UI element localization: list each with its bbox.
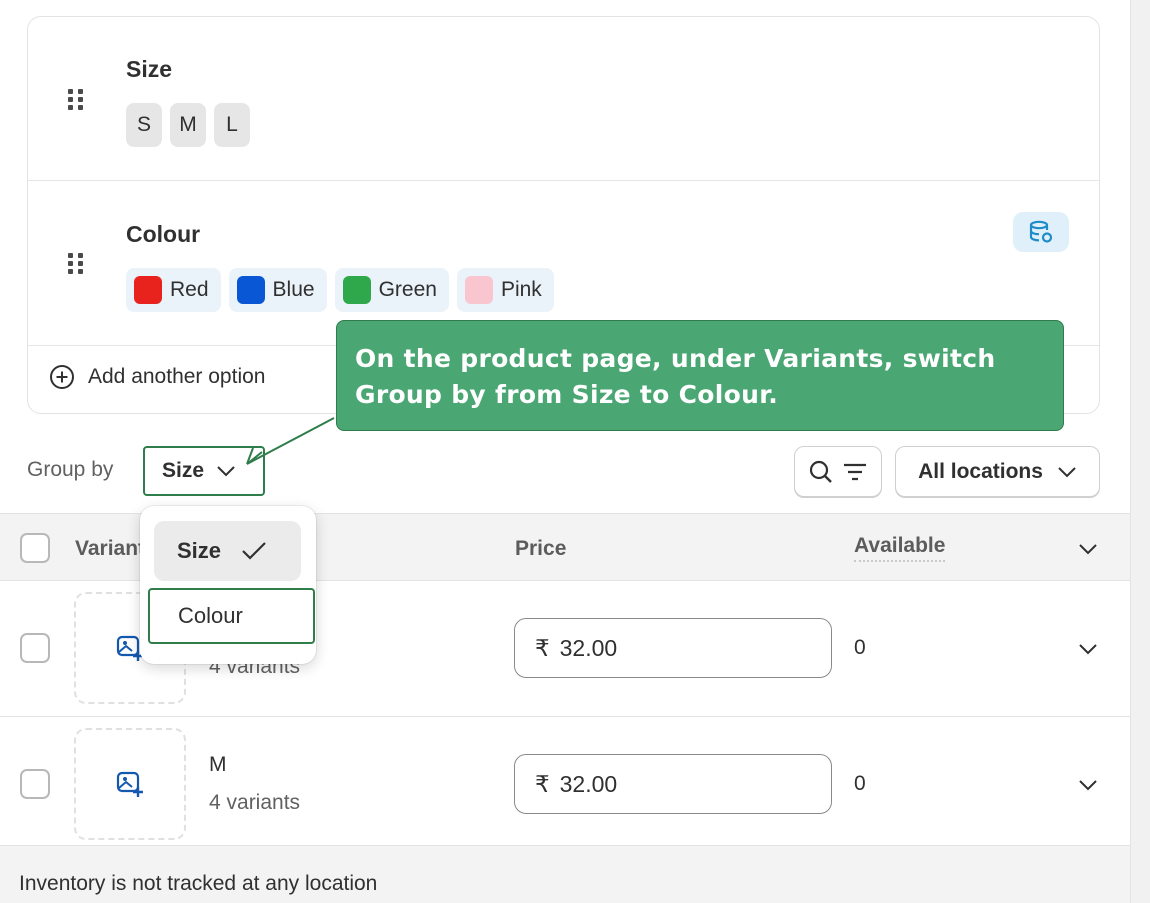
value-pill[interactable]: S bbox=[126, 103, 162, 147]
filter-icon bbox=[844, 463, 866, 480]
metafield-database-icon bbox=[1029, 220, 1053, 243]
colour-label: Pink bbox=[500, 278, 542, 301]
select-all-checkbox[interactable] bbox=[20, 533, 50, 563]
option-name-size[interactable]: Size bbox=[126, 56, 172, 83]
price-value: 32.00 bbox=[559, 770, 618, 797]
price-input[interactable]: ₹ 32.00 bbox=[514, 754, 832, 814]
menu-item-colour[interactable]: Colour bbox=[148, 588, 315, 644]
inventory-footer: Inventory is not tracked at any location bbox=[0, 845, 1130, 903]
currency-symbol: ₹ bbox=[535, 634, 550, 661]
locations-dropdown[interactable]: All locations bbox=[895, 446, 1100, 497]
add-option-label: Add another option bbox=[88, 365, 266, 388]
menu-item-label: Colour bbox=[178, 603, 243, 628]
colour-pill-blue[interactable]: Blue bbox=[228, 268, 327, 312]
add-image-placeholder[interactable] bbox=[74, 728, 186, 840]
option-name-colour[interactable]: Colour bbox=[126, 221, 200, 248]
swatch bbox=[236, 276, 265, 304]
colour-label: Green bbox=[378, 278, 437, 301]
value-pill[interactable]: M bbox=[170, 103, 206, 147]
locations-label: All locations bbox=[918, 459, 1043, 483]
search-icon bbox=[809, 460, 832, 483]
value-pill[interactable]: L bbox=[214, 103, 250, 147]
swatch bbox=[134, 276, 162, 304]
row-checkbox[interactable] bbox=[20, 633, 50, 663]
variants-page: Size S M L Colour Red Blue Green Pink Ad… bbox=[0, 0, 1130, 903]
row-subtitle: 4 variants bbox=[209, 791, 301, 814]
chevron-down-icon[interactable] bbox=[1078, 778, 1098, 792]
drag-handle-icon[interactable] bbox=[68, 253, 86, 279]
metafield-button[interactable] bbox=[1013, 212, 1069, 252]
instruction-callout: On the product page, under Variants, swi… bbox=[336, 320, 1064, 431]
inventory-note: Inventory is not tracked at any location bbox=[19, 872, 378, 895]
colour-label: Red bbox=[170, 278, 209, 301]
menu-item-size[interactable]: Size bbox=[154, 521, 301, 581]
search-filter-button[interactable] bbox=[794, 446, 882, 497]
add-option-button[interactable]: Add another option bbox=[48, 363, 265, 391]
colour-values: Red Blue Green Pink bbox=[126, 268, 554, 312]
swatch bbox=[464, 276, 493, 304]
header-variant[interactable]: Variant bbox=[75, 537, 145, 561]
add-image-icon bbox=[116, 771, 143, 797]
scroll-gutter bbox=[1130, 0, 1150, 903]
size-values: S M L bbox=[126, 103, 250, 147]
colour-pill-red[interactable]: Red bbox=[126, 268, 221, 312]
menu-item-label: Size bbox=[177, 538, 222, 563]
colour-pill-green[interactable]: Green bbox=[334, 268, 449, 312]
chevron-down-icon bbox=[1058, 466, 1076, 477]
header-available[interactable]: Available bbox=[854, 534, 946, 562]
group-by-value: Size bbox=[162, 459, 205, 482]
group-by-menu: Size Colour bbox=[140, 506, 316, 664]
colour-label: Blue bbox=[272, 278, 315, 301]
chevron-down-icon bbox=[217, 466, 235, 477]
divider bbox=[28, 180, 1099, 181]
chevron-down-icon[interactable] bbox=[1078, 642, 1098, 656]
header-price: Price bbox=[515, 537, 567, 560]
chevron-down-icon[interactable] bbox=[1078, 542, 1098, 556]
drag-handle-icon[interactable] bbox=[68, 89, 86, 115]
plus-circle-icon bbox=[50, 365, 74, 389]
available-value: 0 bbox=[854, 772, 866, 795]
colour-pill-pink[interactable]: Pink bbox=[456, 268, 554, 312]
group-by-label: Group by bbox=[27, 458, 114, 481]
swatch bbox=[342, 276, 371, 304]
currency-symbol: ₹ bbox=[535, 770, 550, 797]
row-checkbox[interactable] bbox=[20, 769, 50, 799]
callout-text: On the product page, under Variants, swi… bbox=[355, 344, 996, 409]
available-value: 0 bbox=[854, 636, 866, 659]
row-title[interactable]: M bbox=[209, 753, 227, 777]
checkmark-icon bbox=[242, 542, 266, 560]
price-input[interactable]: ₹ 32.00 bbox=[514, 618, 832, 678]
group-by-select[interactable]: Size bbox=[143, 446, 265, 496]
row-divider bbox=[0, 716, 1130, 717]
price-value: 32.00 bbox=[559, 634, 618, 661]
